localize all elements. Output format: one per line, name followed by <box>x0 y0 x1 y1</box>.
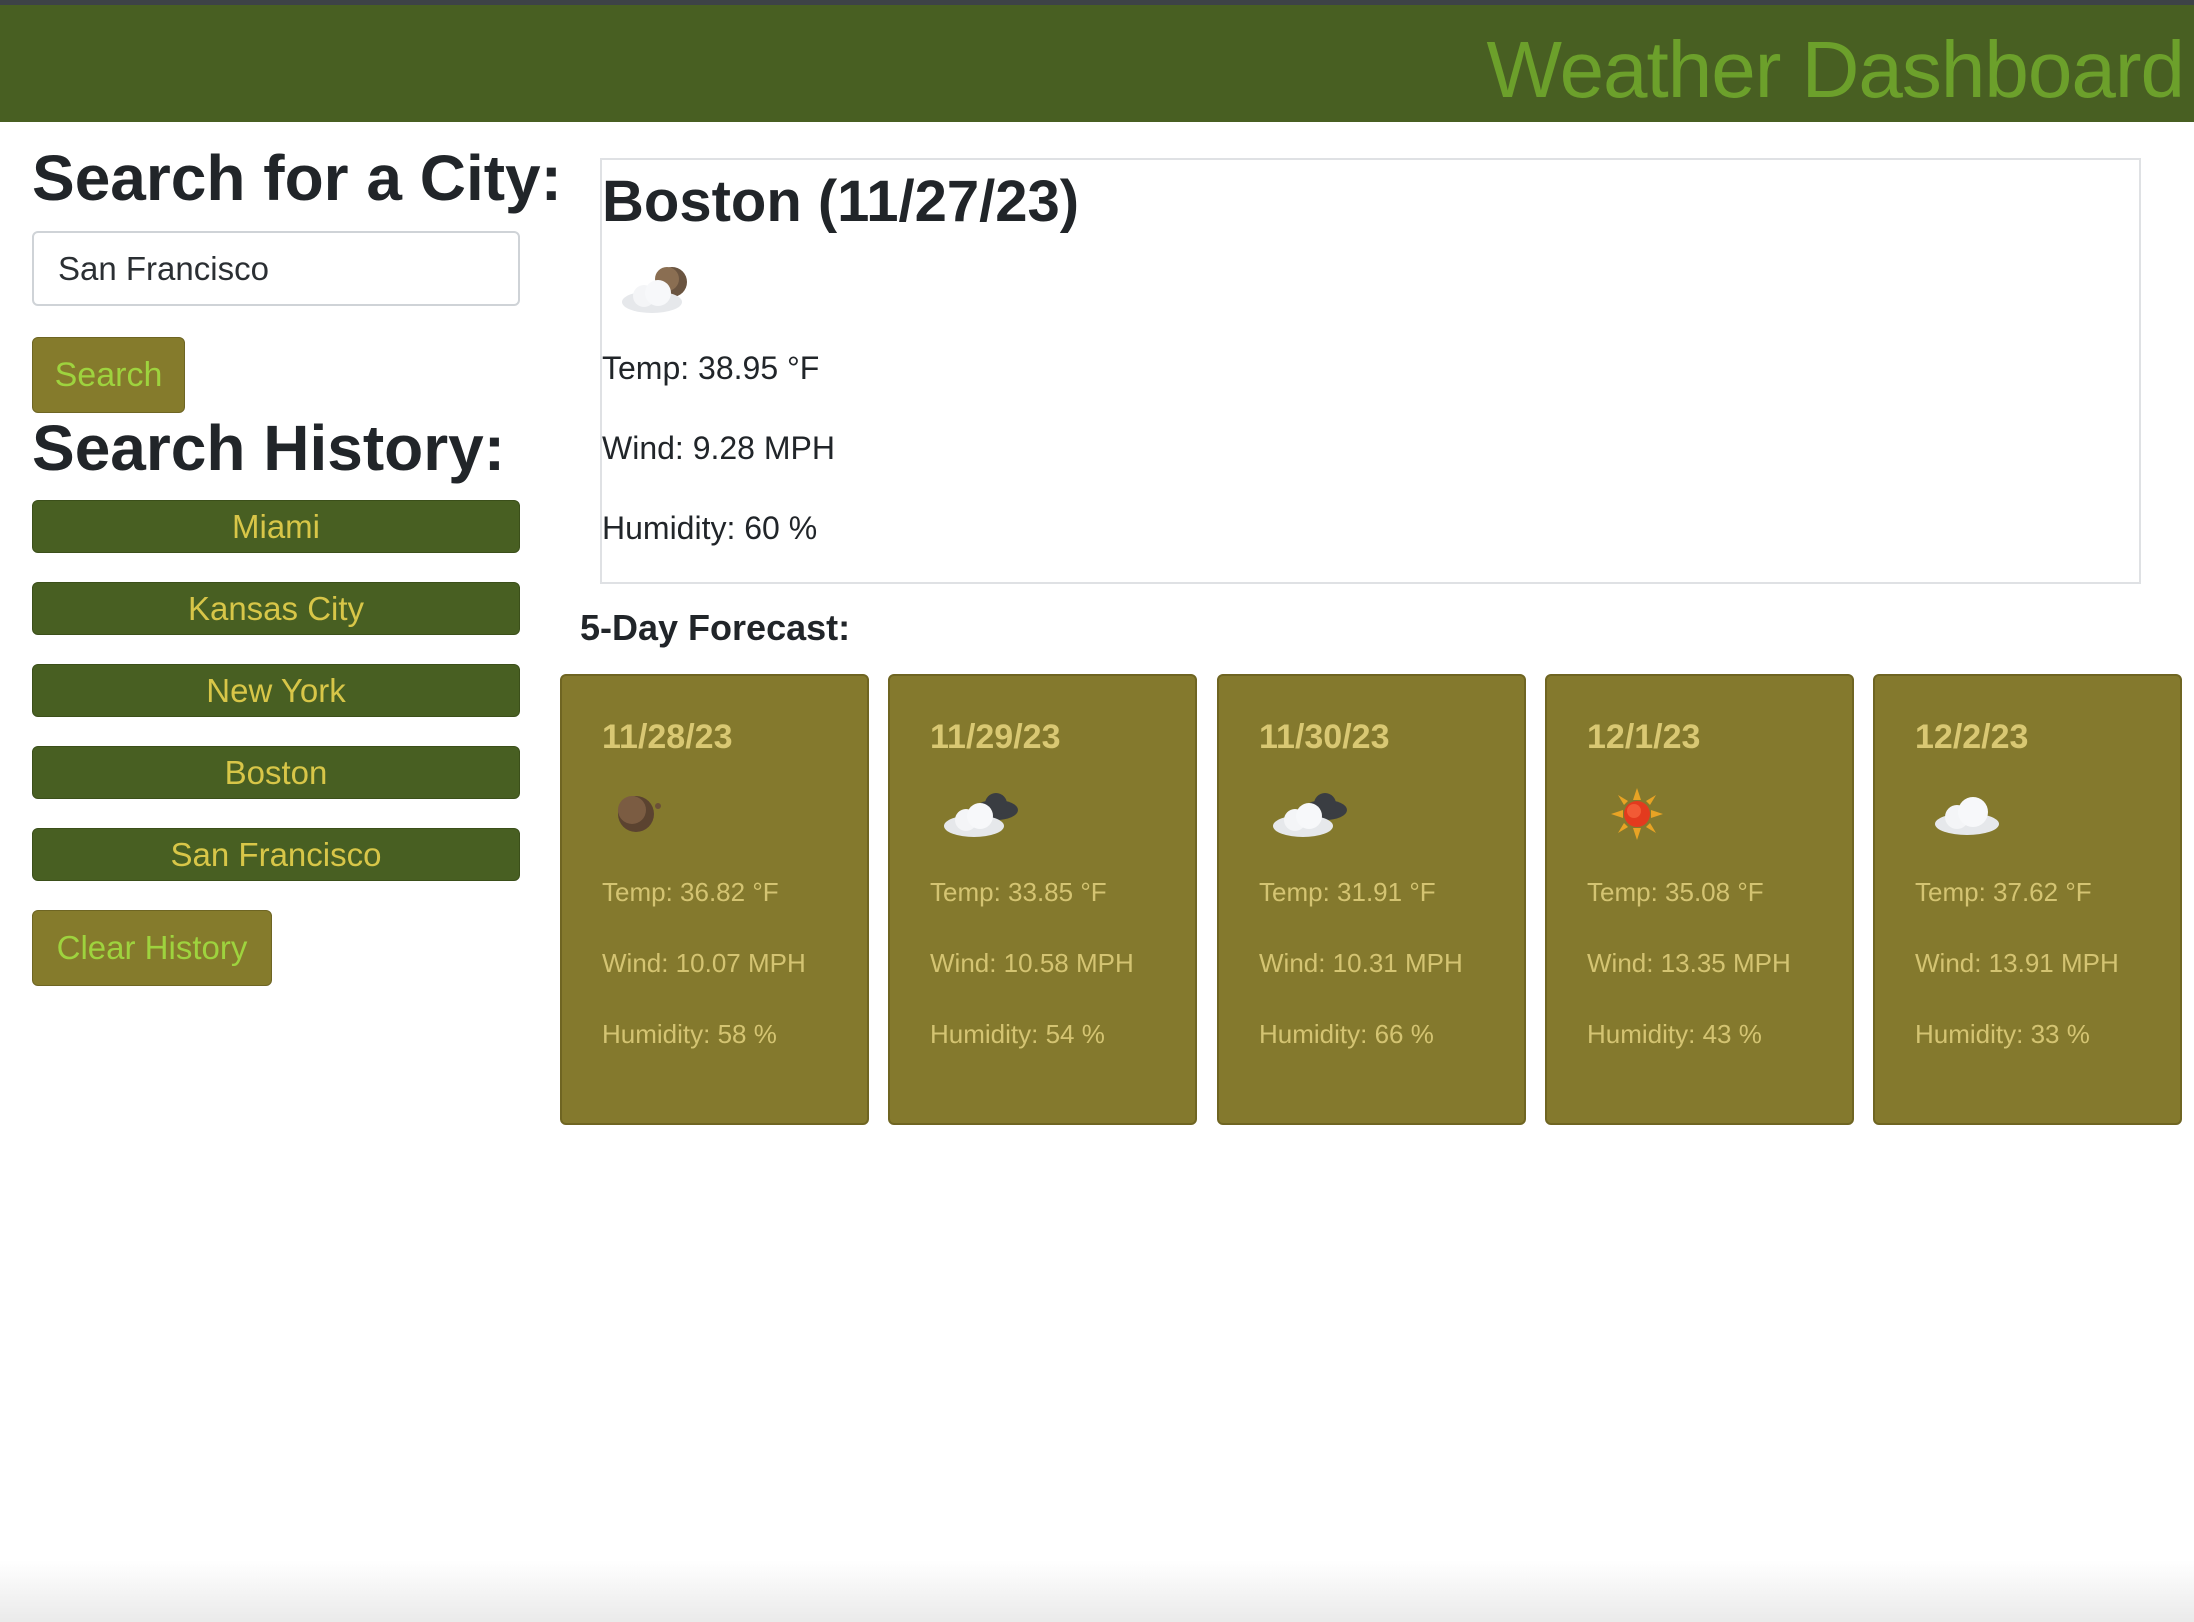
forecast-date: 12/1/23 <box>1587 718 1701 756</box>
partly-cloudy-night-icon <box>612 260 702 325</box>
forecast-date: 11/30/23 <box>1259 718 1390 756</box>
forecast-humidity: Humidity: 43 % <box>1587 1019 1762 1049</box>
forecast-temp: Temp: 36.82 °F <box>602 877 779 907</box>
forecast-temp: Temp: 35.08 °F <box>1587 877 1764 907</box>
forecast-wind: Wind: 10.58 MPH <box>930 948 1134 978</box>
forecast-temp: Temp: 31.91 °F <box>1259 877 1436 907</box>
forecast-wind: Wind: 13.35 MPH <box>1587 948 1791 978</box>
forecast-wind: Wind: 10.31 MPH <box>1259 948 1463 978</box>
moon-icon <box>606 784 676 849</box>
forecast-temp: Temp: 37.62 °F <box>1915 877 2092 907</box>
app-header: Weather Dashboard <box>0 5 2194 122</box>
forecast-date: 11/29/23 <box>930 718 1061 756</box>
app-title: Weather Dashboard <box>1486 25 2185 114</box>
forecast-date: 11/28/23 <box>602 718 733 756</box>
forecast-temp: Temp: 33.85 °F <box>930 877 1107 907</box>
bottom-shadow <box>0 1560 2194 1622</box>
forecast-humidity: Humidity: 54 % <box>930 1019 1105 1049</box>
forecast-card: 11/28/23 Temp: 36.82 °F Wind: 10.07 MPH … <box>560 674 869 1125</box>
forecast-humidity: Humidity: 66 % <box>1259 1019 1434 1049</box>
search-button[interactable]: Search <box>32 337 185 413</box>
forecast-card: 12/2/23 Temp: 37.62 °F Wind: 13.91 MPH H… <box>1873 674 2182 1125</box>
history-list: Miami Kansas City New York Boston San Fr… <box>32 500 520 910</box>
forecast-date: 12/2/23 <box>1915 718 2029 756</box>
current-weather-panel: Boston (11/27/23) Temp: 38.95 °F Wind: 9… <box>600 158 2141 584</box>
forecast-wind: Wind: 10.07 MPH <box>602 948 806 978</box>
history-item-kansas-city[interactable]: Kansas City <box>32 582 520 635</box>
city-search-input[interactable] <box>32 231 520 306</box>
forecast-card: 12/1/23 Temp: 35.08 °F Wind: 13.35 MPH H… <box>1545 674 1854 1125</box>
forecast-heading: 5-Day Forecast: <box>580 607 851 648</box>
forecast-humidity: Humidity: 33 % <box>1915 1019 2090 1049</box>
current-city-title: Boston (11/27/23) <box>602 169 1080 234</box>
forecast-card: 11/30/23 Temp: 31.91 °F Wind: 10.31 MPH … <box>1217 674 1526 1125</box>
forecast-card: 11/29/23 Temp: 33.85 °F Wind: 10.58 MPH … <box>888 674 1197 1125</box>
current-humidity: Humidity: 60 % <box>602 510 818 546</box>
current-wind: Wind: 9.28 MPH <box>602 430 835 466</box>
current-temp: Temp: 38.95 °F <box>602 350 820 386</box>
cloudy-icon <box>938 784 1028 849</box>
search-heading: Search for a City: <box>32 142 562 214</box>
cloud-icon <box>1927 784 2007 849</box>
history-item-new-york[interactable]: New York <box>32 664 520 717</box>
forecast-humidity: Humidity: 58 % <box>602 1019 777 1049</box>
cloudy-icon <box>1267 784 1357 849</box>
history-heading: Search History: <box>32 412 506 484</box>
search-sidebar: Search for a City: Search Search History… <box>32 140 562 986</box>
history-item-boston[interactable]: Boston <box>32 746 520 799</box>
sun-icon <box>1607 784 1667 849</box>
history-item-san-francisco[interactable]: San Francisco <box>32 828 520 881</box>
history-item-miami[interactable]: Miami <box>32 500 520 553</box>
clear-history-button[interactable]: Clear History <box>32 910 272 986</box>
forecast-wind: Wind: 13.91 MPH <box>1915 948 2119 978</box>
